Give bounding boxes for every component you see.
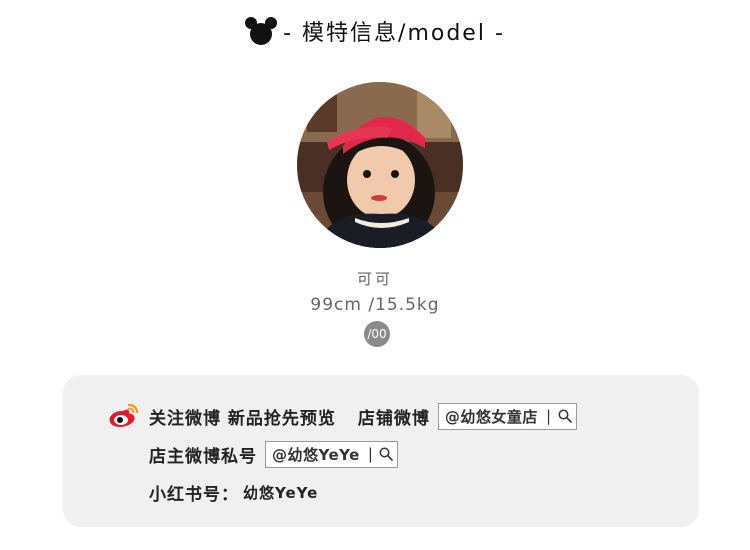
model-avatar <box>297 82 463 248</box>
search-icon <box>379 447 394 461</box>
xiaohongshu-handle: 幼悠YeYe <box>243 483 319 502</box>
owner-weibo-label: 店主微博私号 <box>149 446 257 467</box>
size-badge: /00 <box>364 321 390 347</box>
follow-weibo-label: 关注微博 新品抢先预览 <box>149 408 336 429</box>
store-weibo-search[interactable]: @幼悠女童店 | <box>437 402 577 430</box>
model-height-weight: 99cm /15.5kg <box>310 295 440 315</box>
weibo-icon <box>109 403 139 427</box>
mickey-ears-icon <box>245 17 278 45</box>
model-photo <box>297 82 463 248</box>
store-weibo-handle: @幼悠女童店 <box>444 407 538 426</box>
xiaohongshu-row: 小红书号： 幼悠YeYe <box>149 477 318 507</box>
owner-weibo-row: 店主微博私号 @幼悠YeYe | <box>149 439 399 469</box>
weibo-follow-row: 关注微博 新品抢先预览 店铺微博 @幼悠女童店 | <box>149 401 577 431</box>
owner-weibo-handle: @幼悠YeYe <box>272 445 360 464</box>
xiaohongshu-label: 小红书号： <box>149 484 239 505</box>
section-title: - 模特信息/model - <box>283 21 505 46</box>
owner-weibo-search[interactable]: @幼悠YeYe | <box>265 440 399 468</box>
store-weibo-label: 店铺微博 <box>357 408 430 429</box>
search-icon <box>558 409 572 423</box>
page-header: - 模特信息/model - <box>0 14 750 48</box>
model-name: 可可 <box>356 270 393 288</box>
social-info-panel: 关注微博 新品抢先预览 店铺微博 @幼悠女童店 | 店主微博私号 @幼悠YeYe… <box>63 375 699 527</box>
